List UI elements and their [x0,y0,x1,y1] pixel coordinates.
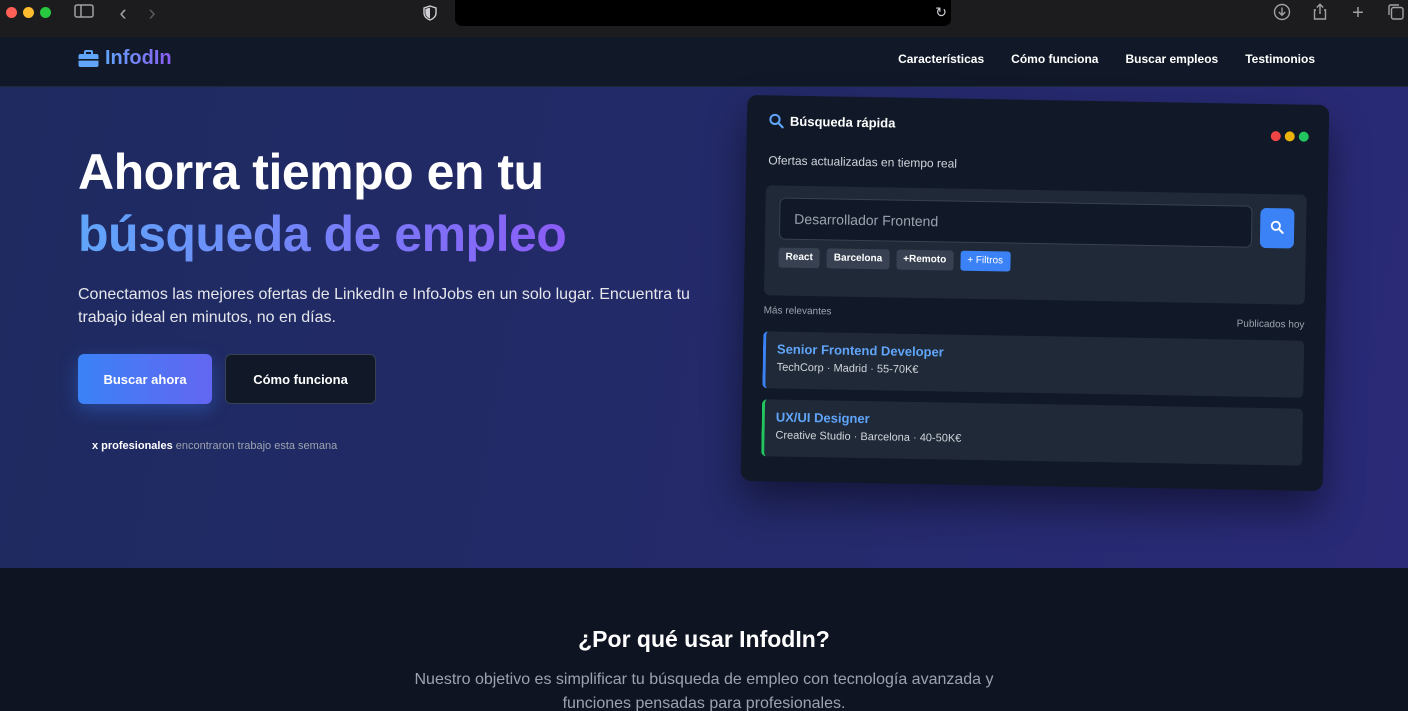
section-title: ¿Por qué usar InfodIn? [578,626,830,652]
hero-stat: x profesionales encontraron trabajo esta… [92,440,337,452]
tab-overview-icon[interactable] [1385,3,1407,27]
hero-stat-count: x profesionales [92,440,173,452]
search-submit-button[interactable] [1259,207,1295,249]
reload-icon[interactable]: ↻ [935,4,947,21]
nav-link-buscar-empleos[interactable]: Buscar empleos [1125,52,1218,66]
green-dot [1298,131,1309,142]
search-icon [769,113,784,129]
nav-links: Características Cómo funciona Buscar emp… [898,52,1315,66]
section-subtitle: Nuestro objetivo es simplificar tu búsqu… [414,671,994,711]
window-controls [6,7,51,18]
job-title: Senior Frontend Developer [776,341,944,360]
sidebar-toggle-icon[interactable] [73,3,95,25]
tag-barcelona[interactable]: Barcelona [826,248,890,270]
hero-title-line2: búsqueda de empleo [78,206,567,262]
quick-search-card: Búsqueda rápida Ofertas actualizadas en … [740,94,1330,492]
job-search-input[interactable] [778,197,1253,248]
tag-remoto[interactable]: +Remoto [895,249,954,271]
hero-title-line1: Ahorra tiempo en tu [78,144,544,200]
nav-link-caracteristicas[interactable]: Características [898,52,984,66]
forward-button[interactable]: › [141,2,163,24]
red-dot [1270,131,1281,142]
briefcase-icon [78,49,99,67]
close-window-button[interactable] [6,7,17,18]
hero-stat-text: encontraron trabajo esta semana [172,440,338,452]
brand-name: InfodIn [105,47,172,69]
search-panel: React Barcelona +Remoto + Filtros [763,185,1307,305]
back-button[interactable]: ‹ [112,2,134,24]
job-title: UX/UI Designer [775,409,870,427]
job-meta: Creative Studio · Barcelona · 40-50K€ [775,429,962,445]
site-navbar: InfodIn Características Cómo funciona Bu… [0,37,1408,87]
address-bar[interactable]: ↻ [455,0,951,26]
sort-label: Más relevantes [763,305,832,318]
nav-link-testimonios[interactable]: Testimonios [1245,52,1315,66]
downloads-icon[interactable] [1271,3,1293,27]
card-window-dots [1270,131,1309,142]
card-subtitle: Ofertas actualizadas en tiempo real [768,153,958,171]
hero-lead: Conectamos las mejores ofertas de Linked… [78,286,690,326]
minimize-window-button[interactable] [23,7,34,18]
new-tab-button[interactable]: + [1347,3,1369,23]
share-icon[interactable] [1309,3,1331,27]
card-title: Búsqueda rápida [769,113,896,131]
tag-react[interactable]: React [778,247,820,269]
yellow-dot [1284,131,1295,142]
job-listing[interactable]: UX/UI Designer Creative Studio · Barcelo… [761,399,1304,466]
brand-logo[interactable]: InfodIn [78,47,172,70]
browser-toolbar: ‹ › ↻ + [0,0,1408,37]
job-meta: TechCorp · Madrid · 55-70K€ [776,361,919,376]
card-title-text: Búsqueda rápida [789,113,896,131]
search-now-button[interactable]: Buscar ahora [78,354,212,404]
nav-link-como-funciona[interactable]: Cómo funciona [1011,52,1098,66]
add-filters-button[interactable]: + Filtros [960,250,1011,272]
maximize-window-button[interactable] [40,7,51,18]
how-it-works-button[interactable]: Cómo funciona [225,354,376,404]
filter-tags: React Barcelona +Remoto + Filtros [778,247,1011,272]
privacy-shield-icon[interactable] [423,5,437,21]
job-listing[interactable]: Senior Frontend Developer TechCorp · Mad… [762,331,1305,398]
search-icon [1270,220,1284,234]
date-label: Publicados hoy [1236,318,1305,331]
